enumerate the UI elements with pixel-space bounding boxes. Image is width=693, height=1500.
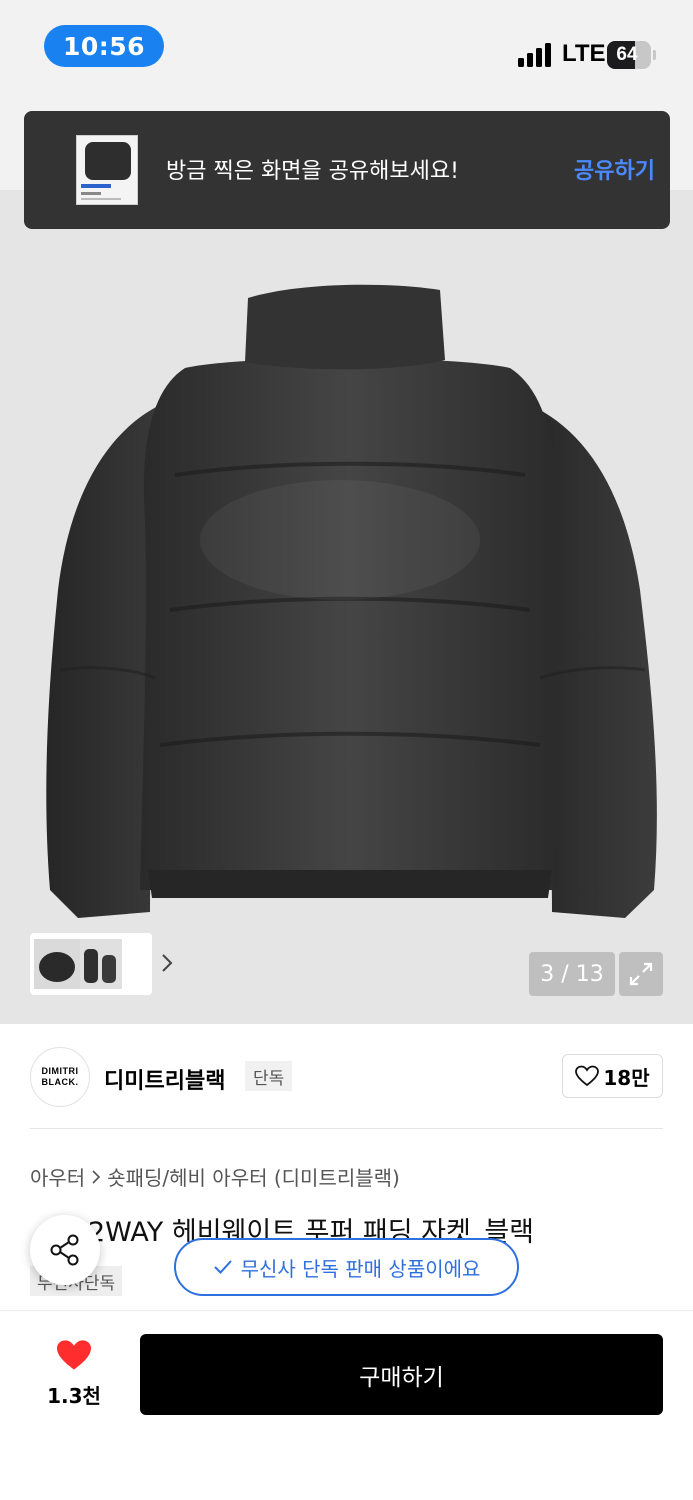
thumbnail-item[interactable]: [34, 939, 80, 989]
heart-outline-icon: [575, 1065, 600, 1087]
image-counter: 3 / 13: [529, 952, 615, 996]
brand-exclusive-badge: 단독: [245, 1061, 293, 1091]
battery-icon: 64: [607, 41, 651, 69]
status-time: 10:56: [44, 25, 164, 67]
share-button[interactable]: 공유하기: [574, 153, 655, 185]
product-image-gallery[interactable]: [0, 190, 693, 1024]
screenshot-thumbnail: [76, 135, 138, 205]
share-fab-button[interactable]: [30, 1215, 100, 1285]
brand-like-button[interactable]: 18만: [562, 1054, 663, 1098]
chevron-right-icon[interactable]: [161, 953, 173, 973]
wishlist-count: 1.3천: [47, 1384, 101, 1408]
breadcrumb-category[interactable]: 아우터: [30, 1162, 85, 1191]
signal-icon: [518, 43, 554, 67]
chevron-right-icon: [92, 1169, 101, 1184]
divider: [30, 1128, 663, 1129]
share-screenshot-toast: 방금 찍은 화면을 공유해보세요! 공유하기: [24, 111, 670, 229]
brand-name[interactable]: 디미트리블랙: [104, 1063, 225, 1095]
brand-like-count: 18만: [603, 1065, 650, 1090]
exclusive-notice: 무신사 단독 판매 상품이에요: [174, 1238, 519, 1296]
breadcrumb: 아우터 숏패딩/헤비 아우터 (디미트리블랙): [30, 1162, 400, 1191]
battery-tip: [653, 50, 656, 60]
heart-filled-icon: [57, 1340, 91, 1370]
expand-button[interactable]: [619, 952, 663, 996]
share-icon: [50, 1234, 79, 1266]
exclusive-notice-text: 무신사 단독 판매 상품이에요: [240, 1256, 481, 1281]
network-type: LTE: [562, 40, 606, 67]
thumbnail-strip[interactable]: [30, 933, 173, 995]
battery-level: 64: [616, 44, 638, 65]
toast-message: 방금 찍은 화면을 공유해보세요!: [166, 159, 459, 184]
wishlist-button[interactable]: [38, 1338, 110, 1376]
brand-logo-line1: DIMITRI: [41, 1066, 79, 1076]
expand-icon: [629, 962, 653, 986]
checkmark-icon: [213, 1260, 232, 1274]
breadcrumb-subcategory[interactable]: 숏패딩/헤비 아우터 (디미트리블랙): [107, 1162, 400, 1191]
brand-logo[interactable]: DIMITRI BLACK.: [30, 1047, 90, 1107]
thumbnail-item[interactable]: [80, 939, 122, 989]
brand-logo-line2: BLACK.: [41, 1077, 79, 1087]
buy-button[interactable]: 구매하기: [140, 1334, 663, 1415]
product-image-jacket: [46, 284, 657, 918]
